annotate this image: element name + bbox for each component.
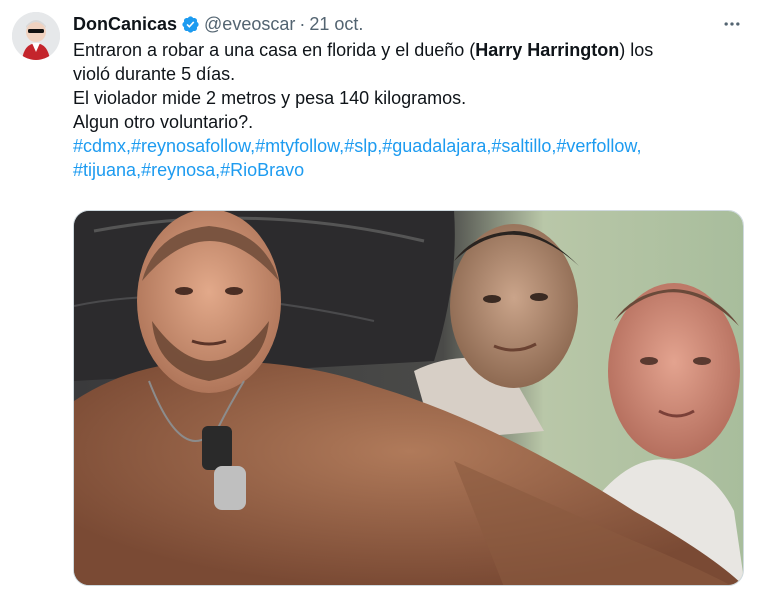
avatar-image xyxy=(12,12,60,60)
hashtag-link[interactable]: #cdmx xyxy=(73,136,126,156)
tweet-line-1: Entraron a robar a una casa en florida y… xyxy=(73,38,753,62)
hashtag-link[interactable]: #mtyfollow xyxy=(255,136,339,156)
tweet-line-4: Algun otro voluntario?. xyxy=(73,112,254,132)
more-options-button[interactable] xyxy=(720,12,744,36)
separator-dot: · xyxy=(299,13,306,34)
tweet-line-2: violó durante 5 días. xyxy=(73,64,236,84)
text-segment: Entraron a robar a una casa en florida y… xyxy=(73,40,476,60)
ellipsis-horizontal-icon xyxy=(724,22,740,26)
text-segment: ) los xyxy=(619,40,654,60)
avatar[interactable] xyxy=(12,12,60,60)
hashtags-row-2: #tijuana,#reynosa,#RioBravo xyxy=(73,158,753,182)
tweet-photo[interactable] xyxy=(73,210,744,586)
hashtag-link[interactable]: #saltillo xyxy=(491,136,551,156)
bold-name: Harry Harrington xyxy=(475,40,620,60)
three-men-photo xyxy=(74,211,743,585)
tweet-date[interactable]: 21 oct. xyxy=(309,14,363,35)
hashtags-row-1: #cdmx,#reynosafollow,#mtyfollow,#slp,#gu… xyxy=(73,134,753,158)
tweet-line-3: El violador mide 2 metros y pesa 140 kil… xyxy=(73,88,467,108)
tweet-header: DonCanicas @eveoscar · 21 oct. xyxy=(73,12,748,36)
hashtag-link[interactable]: #reynosafollow xyxy=(131,136,250,156)
tweet-text: Entraron a robar a una casa en florida y… xyxy=(73,38,753,182)
display-name[interactable]: DonCanicas xyxy=(73,14,177,35)
hashtag-link[interactable]: #verfollow xyxy=(556,136,636,156)
hashtag-link[interactable]: #reynosa xyxy=(141,160,215,180)
hashtag-link[interactable]: #guadalajara xyxy=(382,136,486,156)
hashtag-separator: , xyxy=(636,136,642,156)
hashtag-link[interactable]: #RioBravo xyxy=(220,160,304,180)
user-handle[interactable]: @eveoscar xyxy=(204,14,295,35)
hashtag-link[interactable]: #slp xyxy=(344,136,377,156)
hashtag-link[interactable]: #tijuana xyxy=(73,160,136,180)
verified-badge-icon xyxy=(181,15,200,34)
tweet-card: DonCanicas @eveoscar · 21 oct. Entraron … xyxy=(0,0,768,599)
